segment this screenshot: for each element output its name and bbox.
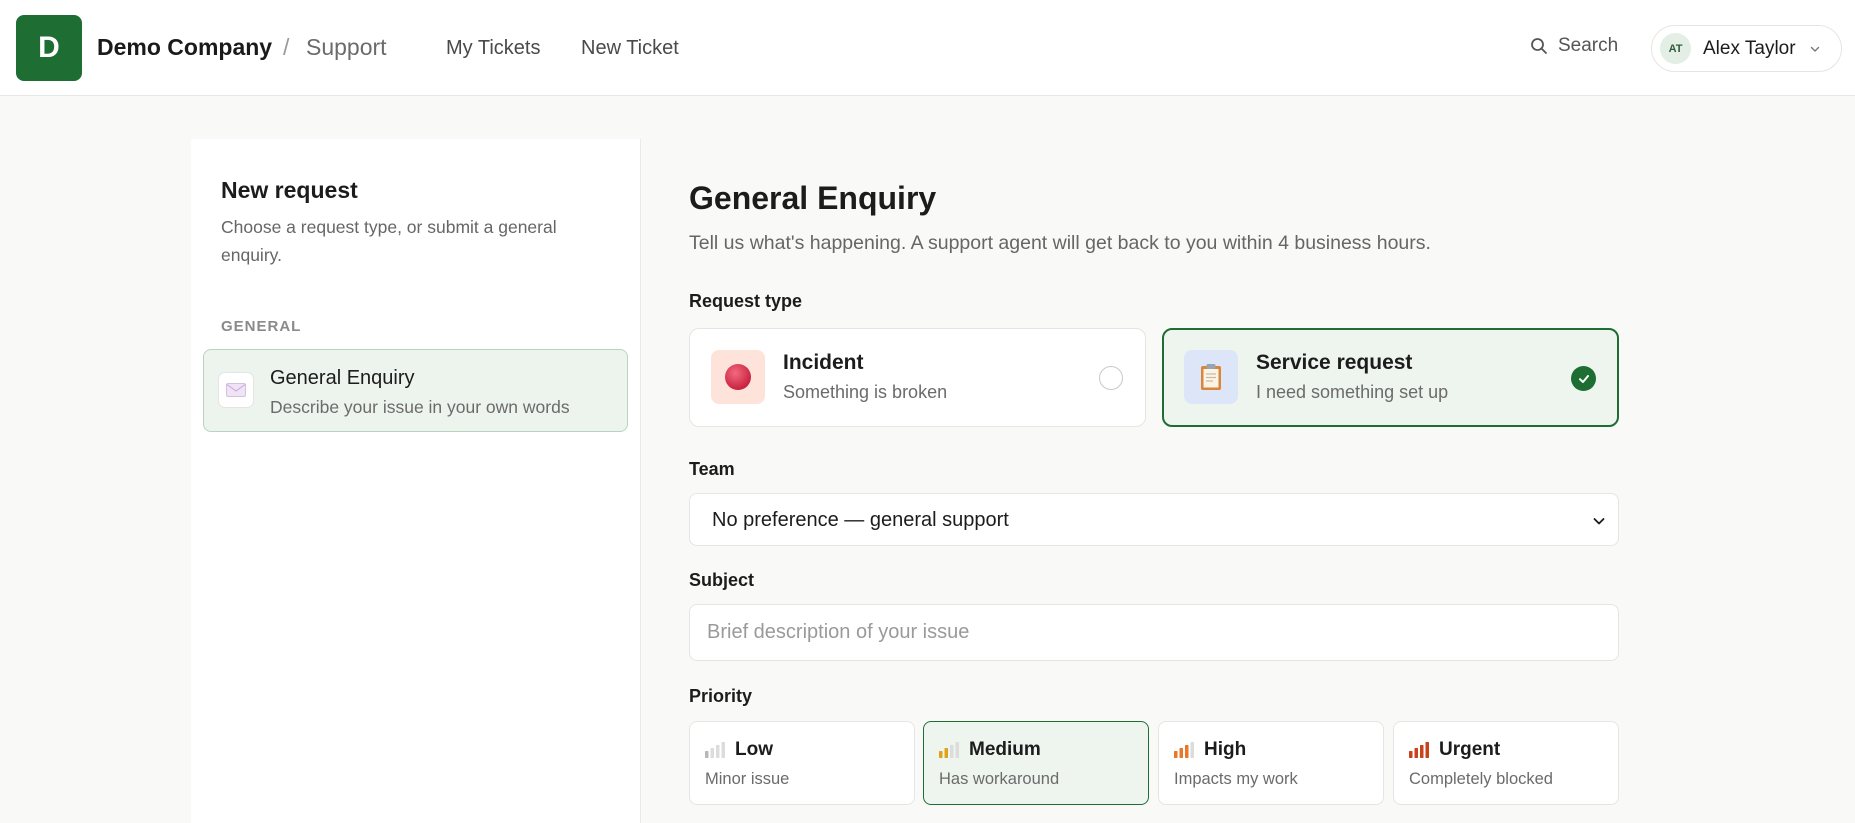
incident-radio[interactable]: [1099, 366, 1123, 390]
subject-input[interactable]: [689, 604, 1619, 661]
incident-title: Incident: [783, 351, 864, 374]
signal-bars-icon: [1174, 742, 1194, 758]
sidebar-item-general-enquiry[interactable]: General Enquiry Describe your issue in y…: [203, 349, 628, 432]
chevron-down-icon: [1593, 518, 1605, 525]
subject-label: Subject: [689, 570, 755, 590]
priority-high[interactable]: High Impacts my work: [1158, 721, 1384, 805]
envelope-icon: [218, 372, 254, 408]
page-subtitle: Tell us what's happening. A support agen…: [689, 232, 1431, 254]
priority-medium[interactable]: Medium Has workaround: [923, 721, 1149, 805]
priority-description: Completely blocked: [1409, 770, 1553, 788]
red-circle-icon: [711, 350, 765, 404]
priority-description: Has workaround: [939, 770, 1060, 788]
request-type-label: Request type: [689, 291, 803, 311]
signal-bars-icon: [1409, 742, 1429, 758]
chevron-down-icon: [1810, 46, 1819, 52]
signal-bars-icon: [705, 742, 725, 758]
search-label: Search: [1558, 35, 1619, 56]
request-type-service-request[interactable]: Service request I need something set up: [1162, 328, 1619, 427]
signal-bars-icon: [939, 742, 959, 758]
user-name: Alex Taylor: [1703, 37, 1796, 59]
priority-title: Urgent: [1439, 739, 1501, 760]
sidebar-description: Choose a request type, or submit a gener…: [221, 217, 557, 265]
clipboard-icon: [1184, 350, 1238, 404]
priority-description: Minor issue: [705, 770, 790, 788]
priority-urgent[interactable]: Urgent Completely blocked: [1393, 721, 1619, 805]
page-title: General Enquiry: [689, 180, 937, 216]
nav-my-tickets[interactable]: My Tickets: [446, 37, 540, 60]
avatar: AT: [1660, 33, 1691, 64]
breadcrumb-support[interactable]: Support: [306, 34, 387, 61]
search-icon: [1531, 38, 1547, 54]
check-icon: [1571, 366, 1596, 391]
priority-label: Priority: [689, 686, 753, 706]
request-sidebar: New request Choose a request type, or su…: [191, 139, 641, 823]
user-menu[interactable]: AT Alex Taylor: [1651, 25, 1842, 72]
sidebar-item-description: Describe your issue in your own words: [270, 397, 570, 417]
team-select[interactable]: No preference — general support: [689, 493, 1619, 546]
priority-title: Low: [735, 739, 773, 760]
priority-description: Impacts my work: [1174, 770, 1298, 788]
breadcrumb-separator: /: [283, 34, 290, 60]
nav-new-ticket[interactable]: New Ticket: [581, 37, 679, 60]
priority-low[interactable]: Low Minor issue: [689, 721, 915, 805]
priority-title: Medium: [969, 739, 1041, 760]
company-name[interactable]: Demo Company: [97, 34, 272, 61]
sidebar-group-label: GENERAL: [221, 318, 302, 335]
company-logo[interactable]: D: [16, 15, 82, 81]
service-request-description: I need something set up: [1256, 382, 1449, 402]
top-bar: D Demo Company / Support My Tickets New …: [0, 0, 1855, 96]
priority-title: High: [1204, 739, 1247, 760]
service-request-title: Service request: [1256, 351, 1413, 374]
team-label: Team: [689, 459, 735, 479]
sidebar-title: New request: [221, 177, 358, 203]
request-type-incident[interactable]: Incident Something is broken: [689, 328, 1146, 427]
incident-description: Something is broken: [783, 382, 948, 402]
search-button[interactable]: Search: [1530, 35, 1618, 57]
team-select-value: No preference — general support: [712, 509, 1009, 531]
sidebar-item-title: General Enquiry: [270, 367, 415, 389]
